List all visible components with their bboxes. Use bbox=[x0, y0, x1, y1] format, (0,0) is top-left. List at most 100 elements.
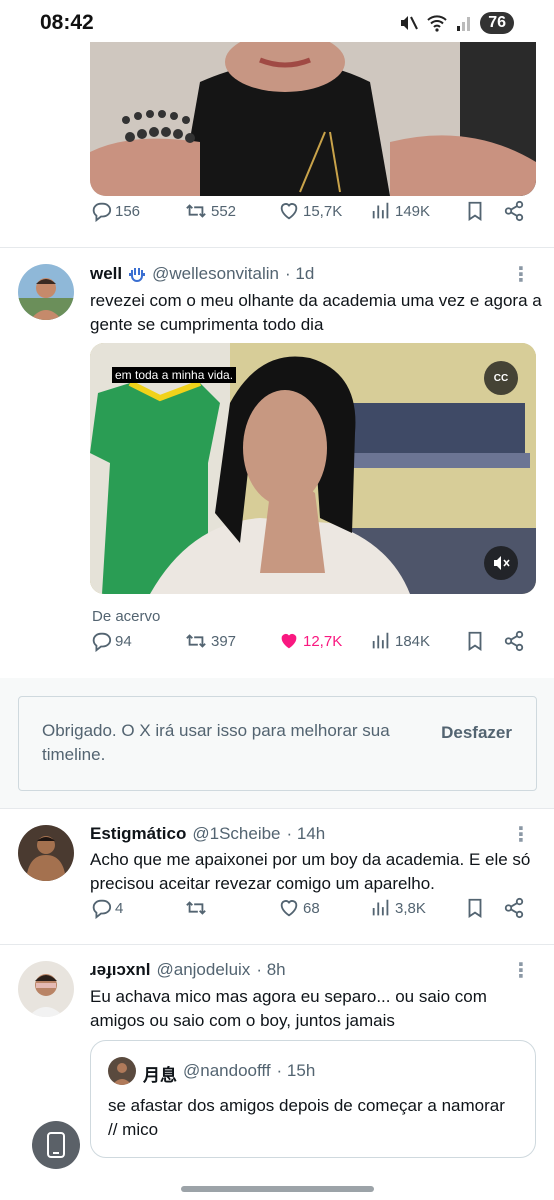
quote-avatar bbox=[108, 1057, 136, 1085]
bookmark-icon bbox=[468, 201, 482, 221]
share-button[interactable] bbox=[503, 630, 525, 652]
like-count: 15,7K bbox=[303, 202, 343, 220]
tweet-text: Eu achava mico mas agora eu separo... ou… bbox=[90, 987, 487, 1030]
share-button[interactable] bbox=[503, 200, 525, 222]
like-button[interactable]: 15,7K bbox=[278, 200, 342, 222]
avatar[interactable] bbox=[18, 961, 74, 1017]
repost-button[interactable] bbox=[184, 897, 211, 919]
more-options-icon[interactable]: ⋮ bbox=[511, 958, 531, 983]
undo-button[interactable]: Desfazer bbox=[441, 723, 512, 743]
battery-indicator: 76 bbox=[480, 12, 514, 34]
display-name[interactable]: well bbox=[90, 264, 122, 284]
tweet-time: · 8h bbox=[256, 960, 286, 979]
quoted-tweet[interactable]: 月息 @nandoofff · 15h se afastar dos amigo… bbox=[90, 1040, 536, 1158]
signal-icon bbox=[457, 17, 471, 31]
status-time: 08:42 bbox=[40, 11, 94, 34]
tweet-header: ɹǝɟıɔxnl @anjodeluix · 8h bbox=[90, 960, 286, 980]
user-handle[interactable]: @anjodeluix bbox=[156, 960, 250, 980]
bookmark-button[interactable] bbox=[465, 630, 485, 652]
media-photo bbox=[90, 42, 536, 196]
views-button[interactable]: 3,8K bbox=[370, 897, 426, 919]
tweet-time: · 1d bbox=[285, 264, 315, 283]
views-button[interactable]: 184K bbox=[370, 630, 430, 652]
quote-header: 月息 @nandoofff · 15h bbox=[143, 1061, 315, 1086]
status-bar: 08:42 76 bbox=[0, 0, 554, 46]
repost-icon bbox=[186, 634, 206, 648]
views-button[interactable]: 149K bbox=[370, 200, 430, 222]
tweet-video[interactable]: em toda a minha vida. CC bbox=[90, 343, 536, 594]
reply-button[interactable]: 4 bbox=[90, 897, 123, 919]
share-icon bbox=[504, 200, 524, 222]
share-icon bbox=[504, 897, 524, 919]
avatar[interactable] bbox=[18, 264, 74, 320]
repost-count: 552 bbox=[211, 202, 237, 220]
bookmark-icon bbox=[468, 898, 482, 918]
home-indicator[interactable] bbox=[181, 1186, 374, 1192]
like-button[interactable]: 12,7K bbox=[278, 630, 342, 652]
like-count: 68 bbox=[303, 899, 320, 917]
views-count: 149K bbox=[395, 202, 431, 220]
source-label: De acervo bbox=[92, 608, 161, 625]
reply-icon bbox=[92, 202, 112, 222]
tweet-text: Acho que me apaixonei por um boy da acad… bbox=[90, 850, 531, 893]
repost-icon bbox=[186, 901, 206, 915]
share-button[interactable] bbox=[503, 897, 525, 919]
reply-icon bbox=[92, 632, 112, 652]
like-button[interactable]: 68 bbox=[278, 897, 320, 919]
quote-display-name: 月息 bbox=[143, 1066, 177, 1085]
wifi-icon bbox=[427, 15, 447, 32]
cc-icon: CC bbox=[493, 372, 509, 384]
quote-text: se afastar dos amigos depois de começar … bbox=[108, 1096, 505, 1139]
display-name[interactable]: ɹǝɟıɔxnl bbox=[90, 960, 150, 980]
status-icons: 76 bbox=[398, 12, 514, 34]
feedback-notice: Obrigado. O X irá usar isso para melhora… bbox=[18, 696, 537, 791]
avatar[interactable] bbox=[18, 825, 74, 881]
tweet-divider bbox=[0, 944, 554, 945]
reply-count: 4 bbox=[115, 899, 124, 917]
feedback-text: Obrigado. O X irá usar isso para melhora… bbox=[42, 721, 390, 764]
share-icon bbox=[504, 630, 524, 652]
heart-icon bbox=[280, 203, 298, 220]
hamsa-icon bbox=[129, 268, 146, 282]
tweet-header: Estigmático @1Scheibe · 14h bbox=[90, 824, 325, 844]
tweet-divider bbox=[0, 247, 554, 248]
quote-time: · 15h bbox=[276, 1061, 316, 1080]
user-handle[interactable]: @wellesonvitalin bbox=[152, 264, 279, 284]
display-name[interactable]: Estigmático bbox=[90, 824, 186, 844]
unmute-button[interactable] bbox=[484, 546, 518, 580]
phone-icon bbox=[47, 1132, 65, 1158]
tweet-text: revezei com o meu olhante da academia um… bbox=[90, 291, 542, 334]
reply-button[interactable]: 94 bbox=[90, 630, 132, 652]
views-icon bbox=[372, 632, 389, 649]
reply-button[interactable]: 156 bbox=[90, 200, 140, 222]
heart-icon bbox=[280, 900, 298, 917]
reply-count: 156 bbox=[115, 202, 141, 220]
repost-count: 397 bbox=[211, 632, 237, 650]
like-count: 12,7K bbox=[303, 632, 343, 650]
views-icon bbox=[372, 202, 389, 219]
repost-button[interactable]: 552 bbox=[184, 200, 236, 222]
repost-button[interactable]: 397 bbox=[184, 630, 236, 652]
bookmark-button[interactable] bbox=[465, 897, 485, 919]
more-options-icon[interactable]: ⋮ bbox=[511, 822, 531, 847]
tweet-media-image[interactable] bbox=[90, 42, 536, 196]
more-options-icon[interactable]: ⋮ bbox=[511, 262, 531, 287]
bookmark-icon bbox=[468, 631, 482, 651]
phone-toggle-button[interactable] bbox=[32, 1121, 80, 1169]
tweet-divider bbox=[0, 808, 554, 809]
views-icon bbox=[372, 899, 389, 916]
reply-count: 94 bbox=[115, 632, 132, 650]
closed-captions-button[interactable]: CC bbox=[484, 361, 518, 395]
tweet-header: well @wellesonvitalin · 1d bbox=[90, 264, 314, 284]
video-caption: em toda a minha vida. bbox=[112, 367, 237, 383]
quote-handle: @nandoofff bbox=[183, 1061, 271, 1080]
tweet-time: · 14h bbox=[286, 824, 326, 843]
heart-filled-icon bbox=[281, 633, 297, 649]
muted-speaker-icon bbox=[494, 556, 510, 570]
bookmark-button[interactable] bbox=[465, 200, 485, 222]
views-count: 3,8K bbox=[395, 899, 426, 917]
user-handle[interactable]: @1Scheibe bbox=[192, 824, 280, 844]
views-count: 184K bbox=[395, 632, 431, 650]
reply-icon bbox=[92, 899, 112, 919]
repost-icon bbox=[186, 204, 206, 218]
